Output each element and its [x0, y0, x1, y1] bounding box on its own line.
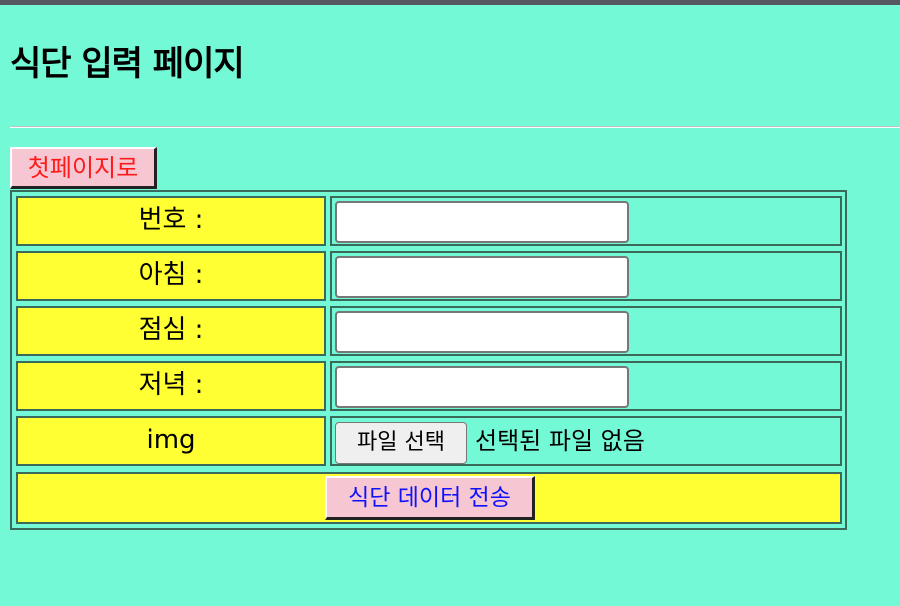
field-label-breakfast: 아침 : [16, 251, 326, 301]
field-label-lunch: 점심 : [16, 306, 326, 356]
field-label-image: img [16, 416, 326, 466]
form-row-breakfast: 아침 : [16, 251, 842, 301]
field-label-number: 번호 : [16, 196, 326, 246]
file-status-text: 선택된 파일 없음 [475, 427, 645, 455]
top-bar [0, 0, 900, 5]
first-page-button[interactable]: 첫페이지로 [10, 147, 157, 189]
field-cell-dinner [330, 361, 842, 411]
field-cell-breakfast [330, 251, 842, 301]
field-cell-lunch [330, 306, 842, 356]
meal-form-table: 번호 : 아침 : 점심 : 저녁 : img 파일 선택 선택된 파일 없음 … [10, 190, 847, 530]
page-title: 식단 입력 페이지 [10, 44, 245, 84]
field-cell-image: 파일 선택 선택된 파일 없음 [330, 416, 842, 466]
form-row-number: 번호 : [16, 196, 842, 246]
submit-button[interactable]: 식단 데이터 전송 [325, 476, 535, 520]
form-row-lunch: 점심 : [16, 306, 842, 356]
form-row-dinner: 저녁 : [16, 361, 842, 411]
submit-row: 식단 데이터 전송 [16, 472, 842, 524]
field-label-dinner: 저녁 : [16, 361, 326, 411]
field-cell-number [330, 196, 842, 246]
form-row-image: img 파일 선택 선택된 파일 없음 [16, 416, 842, 466]
lunch-input[interactable] [335, 311, 629, 353]
dinner-input[interactable] [335, 366, 629, 408]
choose-file-button[interactable]: 파일 선택 [335, 422, 467, 464]
number-input[interactable] [335, 201, 629, 243]
breakfast-input[interactable] [335, 256, 629, 298]
divider [10, 126, 900, 128]
